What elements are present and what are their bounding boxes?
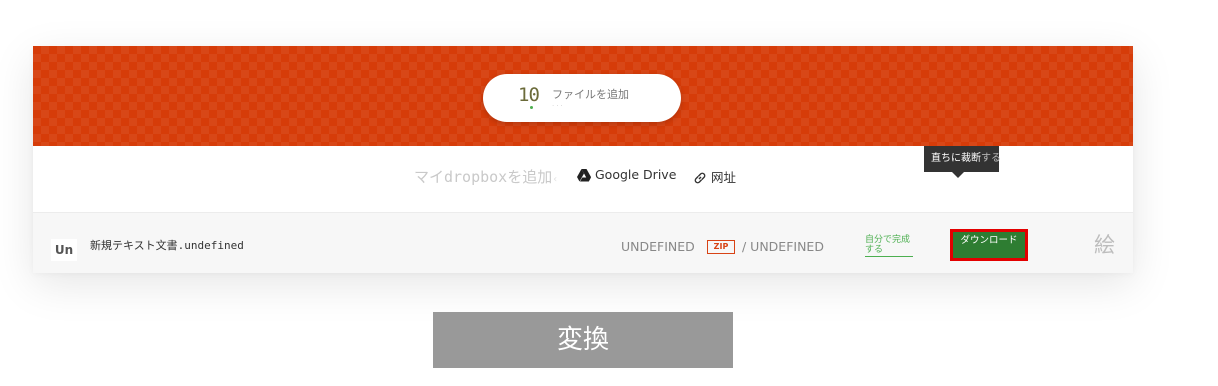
url-label: 网址 xyxy=(711,170,737,185)
tooltip-arrow xyxy=(952,172,964,178)
google-drive-link[interactable]: Google Drive xyxy=(577,167,676,182)
upload-hero: 10 ファイルを追加 ... xyxy=(33,46,1133,146)
add-dropbox-label: マイdropboxを追加 xyxy=(414,168,553,186)
add-files-button[interactable]: 10 ファイルを追加 ... xyxy=(483,74,681,122)
url-link[interactable]: 网址 xyxy=(693,167,736,186)
link-icon xyxy=(694,172,706,184)
zip-tag: ZIP xyxy=(707,240,735,254)
google-drive-label: Google Drive xyxy=(595,167,677,182)
target-format[interactable]: / UNDEFINED xyxy=(742,239,824,254)
file-extension-badge: Un xyxy=(51,239,77,261)
dropbox-tail: ‹ xyxy=(552,174,559,185)
convert-button[interactable]: 変換 xyxy=(433,312,733,368)
picture-type-icon: 絵 xyxy=(1094,233,1115,257)
tooltip-text-fade: する xyxy=(981,153,1001,164)
self-complete-link[interactable]: 自分で完成する xyxy=(865,235,913,257)
download-button[interactable]: ダウンロード xyxy=(950,229,1028,261)
download-tooltip: 直ちに裁断する xyxy=(924,146,1001,172)
source-format: UNDEFINED xyxy=(621,239,695,254)
file-count-indicator xyxy=(530,106,533,109)
file-name: 新規テキスト文書.undefined xyxy=(90,239,244,252)
add-files-subtext: ... xyxy=(552,100,565,108)
tooltip-text: 直ちに裁断 xyxy=(931,153,981,164)
file-count: 10 xyxy=(518,84,540,106)
file-row: Un 新規テキスト文書.undefined UNDEFINED ZIP / UN… xyxy=(33,212,1133,273)
google-drive-icon xyxy=(577,169,591,182)
add-dropbox-link[interactable]: マイdropboxを追加‹ xyxy=(414,166,558,187)
